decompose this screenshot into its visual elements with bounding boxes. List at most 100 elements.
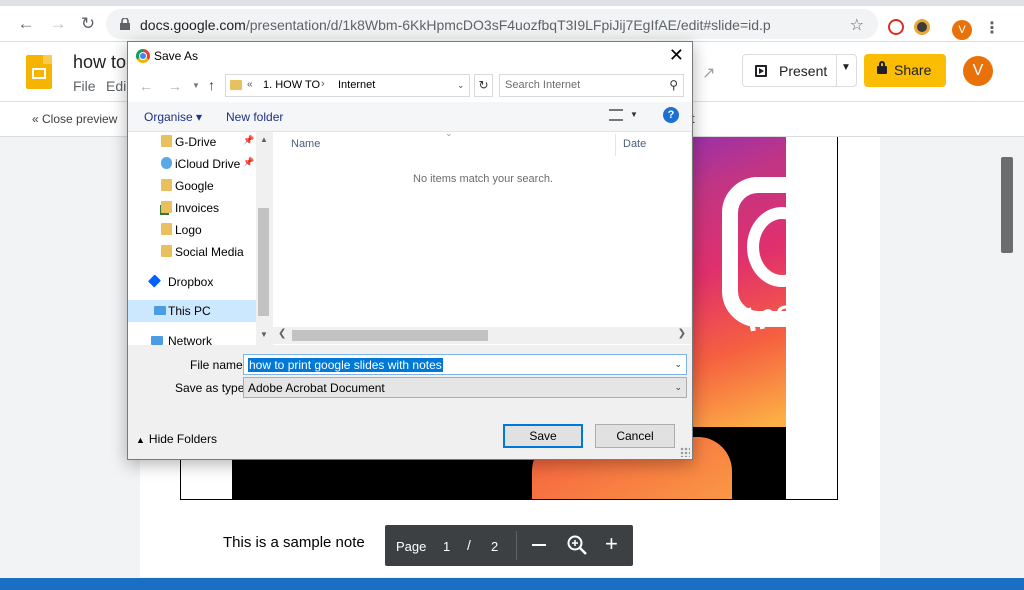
folder-icon bbox=[161, 135, 172, 147]
folder-icon bbox=[161, 179, 172, 191]
nav-item-logo[interactable]: Logo bbox=[128, 219, 256, 241]
lock-icon bbox=[877, 61, 887, 74]
breadcrumb-separator-icon[interactable]: › bbox=[321, 78, 325, 90]
folder-path-bar[interactable]: « 1. HOW TO › Internet ⌄ bbox=[225, 74, 470, 97]
nav-item-label: iCloud Drive bbox=[175, 157, 241, 171]
save-type-select[interactable]: Adobe Acrobat Document ⌄ bbox=[243, 377, 687, 398]
chrome-icon bbox=[136, 49, 150, 63]
save-type-dropdown-icon[interactable]: ⌄ bbox=[674, 382, 682, 393]
extension-icon-2[interactable] bbox=[914, 19, 930, 35]
column-divider[interactable] bbox=[615, 134, 616, 156]
file-list-hscrollbar[interactable]: ❮ ❯ bbox=[273, 327, 691, 344]
save-as-dialog: Save As ✕ ← → ▼ ↑ « 1. HOW TO › Internet… bbox=[127, 41, 693, 460]
reload-icon[interactable]: ↻ bbox=[74, 6, 102, 42]
nav-item-icloud-drive[interactable]: iCloud Drive 📌 bbox=[128, 153, 256, 175]
scroll-up-icon[interactable]: ▲ bbox=[260, 135, 268, 144]
menu-edit[interactable]: Edi bbox=[106, 78, 126, 94]
present-label: Present bbox=[779, 63, 828, 79]
view-options-icon[interactable] bbox=[609, 109, 623, 121]
back-icon[interactable]: ← bbox=[12, 6, 40, 42]
new-folder-button[interactable]: New folder bbox=[226, 110, 283, 124]
pager-divider bbox=[516, 531, 517, 560]
nav-item-label: This PC bbox=[168, 304, 211, 318]
close-preview-button[interactable]: « Close preview bbox=[32, 112, 117, 126]
desktop-background bbox=[0, 578, 1024, 590]
menu-file[interactable]: File bbox=[73, 78, 96, 94]
cancel-button[interactable]: Cancel bbox=[595, 424, 675, 448]
save-type-value: Adobe Acrobat Document bbox=[248, 381, 385, 395]
address-bar[interactable]: docs.google.com/presentation/d/1k8Wbm-6K… bbox=[106, 9, 878, 39]
profile-avatar[interactable]: V bbox=[952, 20, 972, 40]
empty-message: No items match your search. bbox=[413, 173, 553, 185]
scroll-down-icon[interactable]: ▼ bbox=[260, 330, 268, 339]
activity-icon[interactable]: ↗ bbox=[702, 63, 715, 83]
slides-logo-icon[interactable] bbox=[26, 55, 52, 89]
browser-menu-icon[interactable]: ⋮ bbox=[984, 18, 1000, 38]
command-bar: Organise ▾ New folder ▼ ? bbox=[128, 102, 692, 132]
refresh-icon[interactable]: ↻ bbox=[474, 74, 493, 97]
breadcrumb-how-to[interactable]: 1. HOW TO bbox=[263, 79, 320, 91]
nav-item-label: Dropbox bbox=[168, 275, 214, 289]
bookmark-star-icon[interactable]: ☆ bbox=[850, 15, 864, 35]
document-title[interactable]: how to bbox=[73, 52, 126, 73]
account-avatar[interactable]: V bbox=[963, 56, 993, 86]
zoom-plus-icon[interactable]: + bbox=[605, 533, 618, 555]
save-type-label: Save as type: bbox=[175, 381, 248, 395]
dialog-titlebar[interactable]: Save As ✕ bbox=[128, 42, 692, 71]
search-input[interactable]: Search Internet ⚲ bbox=[499, 74, 684, 97]
chevron-up-icon: ▲ bbox=[136, 435, 145, 445]
forward-icon[interactable]: → bbox=[168, 78, 182, 94]
file-name-input[interactable]: how to print google slides with notes ⌄ bbox=[243, 354, 687, 375]
file-name-dropdown-icon[interactable]: ⌄ bbox=[674, 359, 682, 370]
folder-icon bbox=[161, 201, 172, 213]
recent-locations-icon[interactable]: ▼ bbox=[192, 81, 200, 90]
address-row: ← → ▼ ↑ « 1. HOW TO › Internet ⌄ ↻ Searc… bbox=[128, 71, 692, 102]
column-header-name[interactable]: Name bbox=[291, 138, 320, 150]
zoom-out-icon[interactable] bbox=[532, 544, 546, 546]
column-header-date[interactable]: Date bbox=[623, 138, 646, 150]
hide-folders-toggle[interactable]: ▲ Hide Folders bbox=[136, 432, 217, 446]
page-scroll-thumb[interactable] bbox=[1001, 157, 1013, 253]
help-icon[interactable]: ? bbox=[663, 107, 679, 123]
nav-item-g-drive[interactable]: G-Drive 📌 bbox=[128, 132, 256, 153]
back-icon[interactable]: ← bbox=[139, 78, 153, 94]
nav-item-google[interactable]: Google bbox=[128, 175, 256, 197]
pin-icon: 📌 bbox=[243, 157, 255, 167]
scroll-right-icon[interactable]: ❯ bbox=[678, 328, 686, 339]
scroll-left-icon[interactable]: ❮ bbox=[278, 328, 286, 339]
view-dropdown-icon[interactable]: ▼ bbox=[630, 110, 638, 119]
search-placeholder: Search Internet bbox=[505, 79, 581, 91]
nav-item-invoices[interactable]: Invoices bbox=[128, 197, 256, 219]
speaker-note: This is a sample note bbox=[223, 534, 365, 551]
pc-icon bbox=[154, 306, 166, 315]
page-separator: / bbox=[467, 537, 471, 553]
nav-item-social-media[interactable]: Social Media bbox=[128, 241, 256, 263]
nav-item-this-pc[interactable]: This PC bbox=[128, 300, 256, 322]
share-button[interactable]: Share bbox=[864, 54, 946, 87]
up-folder-icon[interactable]: ↑ bbox=[208, 77, 215, 93]
extension-icon[interactable] bbox=[888, 19, 904, 35]
path-dropdown-icon[interactable]: ⌄ bbox=[457, 80, 465, 91]
organise-menu[interactable]: Organise ▾ bbox=[144, 110, 202, 124]
save-button[interactable]: Save bbox=[503, 424, 583, 448]
breadcrumb-internet[interactable]: Internet bbox=[338, 79, 375, 91]
folder-icon bbox=[161, 223, 172, 235]
present-button[interactable]: Present bbox=[742, 54, 857, 87]
nav-item-dropbox[interactable]: Dropbox bbox=[128, 271, 256, 293]
page-current[interactable]: 1 bbox=[443, 539, 450, 554]
close-icon[interactable]: ✕ bbox=[669, 45, 684, 66]
present-options-icon[interactable]: ▼ bbox=[841, 62, 851, 73]
forward-icon[interactable]: → bbox=[44, 6, 72, 42]
browser-toolbar: ← → ↻ docs.google.com/presentation/d/1k8… bbox=[0, 6, 1024, 42]
url-text: docs.google.com/presentation/d/1k8Wbm-6K… bbox=[140, 17, 771, 33]
nav-item-network[interactable]: Network bbox=[128, 330, 256, 345]
resize-grip[interactable] bbox=[680, 447, 690, 457]
folder-icon bbox=[161, 245, 172, 257]
search-icon: ⚲ bbox=[669, 78, 678, 92]
navigation-pane: G-Drive 📌 iCloud Drive 📌 Google Invoices… bbox=[128, 132, 271, 345]
hscroll-thumb[interactable] bbox=[292, 330, 488, 341]
nav-scroll-thumb[interactable] bbox=[258, 208, 269, 316]
zoom-in-icon[interactable] bbox=[566, 534, 588, 556]
nav-item-label: Social Media bbox=[175, 245, 244, 259]
path-overflow-chevron[interactable]: « bbox=[247, 79, 253, 90]
